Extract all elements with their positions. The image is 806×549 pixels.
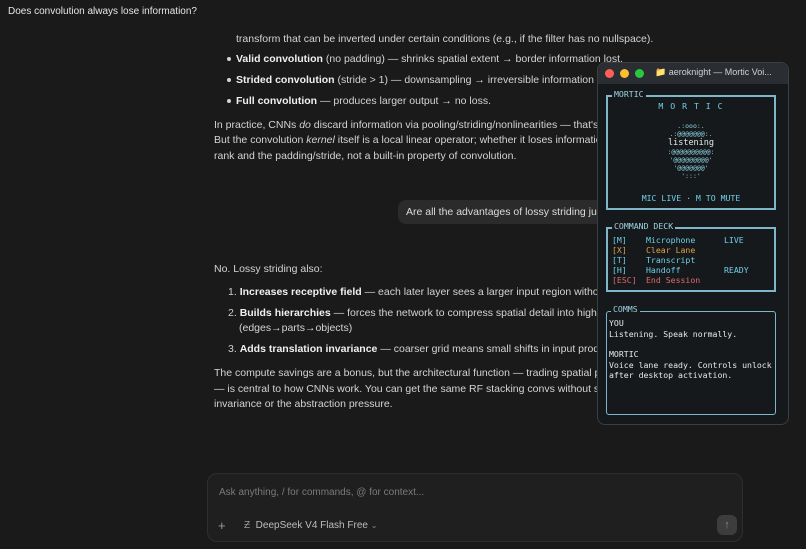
command-state: READY — [724, 265, 749, 275]
text: But the convolution — [214, 134, 307, 146]
numbered-item-continuation: (edges→parts→objects) — [239, 322, 353, 334]
command-name: Transcript — [646, 255, 696, 265]
list-item: Strided convolution (stride > 1) — downs… — [236, 72, 622, 89]
voice-orb: .:ooo:. .:@@@@@@@:. listening :@@@@@@@@@… — [608, 122, 774, 180]
plus-icon: + — [218, 518, 226, 533]
comms-message: Listening. Speak normally. — [609, 328, 738, 339]
terminal-titlebar[interactable]: 📁 aeroknight — Mortic Voi... — [598, 63, 788, 84]
model-selector[interactable]: Ƶ DeepSeek V4 Flash Free ⌄ — [244, 520, 377, 531]
command-row-transcript[interactable]: [T] Transcript — [612, 255, 695, 265]
list-item-bold: Valid convolution — [236, 53, 323, 65]
list-item-bold: Full convolution — [236, 95, 318, 107]
list-item: Valid convolution (no padding) — shrinks… — [236, 51, 623, 68]
orb-line: .:ooo:. — [677, 122, 705, 130]
terminal-title: 📁 aeroknight — Mortic Voi... — [655, 67, 772, 78]
mortic-banner: M O R T I C — [658, 101, 724, 111]
item-number: 3. — [228, 343, 237, 355]
list-item: Full convolution — produces larger outpu… — [236, 93, 491, 110]
text: discard information via pooling/striding… — [310, 119, 610, 131]
command-name: Microphone — [646, 235, 696, 245]
list-item-text: (stride > 1) — downsampling → irreversib… — [334, 74, 623, 86]
model-icon: Ƶ — [244, 520, 251, 531]
item-number: 1. — [228, 286, 237, 298]
comms-speaker: YOU — [609, 318, 624, 328]
bullet — [227, 78, 231, 82]
folder-icon: 📁 — [655, 67, 667, 77]
emphasis: do — [299, 119, 311, 131]
chat-input-placeholder[interactable]: Ask anything, / for commands, @ for cont… — [219, 487, 424, 498]
comms-panel[interactable]: COMMS YOU Listening. Speak normally. MOR… — [606, 304, 776, 415]
item-text: — forces the network to compress spatial… — [330, 307, 618, 319]
command-key: [X] — [612, 245, 627, 255]
command-name: Handoff — [646, 265, 681, 275]
command-row-microphone[interactable]: [M] Microphone LIVE — [612, 235, 744, 245]
add-attachment-button[interactable]: + — [218, 518, 226, 533]
chat-input-box[interactable] — [207, 473, 743, 542]
chevron-down-icon: ⌄ — [370, 521, 378, 530]
orb-status: listening — [667, 138, 715, 148]
command-state: LIVE — [724, 235, 744, 245]
command-deck-panel: COMMAND DECK [M] Microphone LIVE [X] Clear … — [606, 221, 776, 292]
item-text: — each later layer sees a larger input r… — [361, 286, 622, 298]
command-key: [M] — [612, 235, 627, 245]
arrow-up-icon: ↑ — [724, 519, 730, 531]
panel-label: MORTIC — [612, 89, 646, 99]
item-bold: Increases receptive field — [239, 286, 362, 298]
panel-label: COMMAND DECK — [612, 221, 676, 231]
comms-log: YOU Listening. Speak normally. MORTIC Vo… — [609, 318, 773, 381]
command-key: [H] — [612, 265, 627, 275]
orb-line: .:@@@@@@@:. — [669, 130, 713, 138]
command-key: [ESC] — [612, 275, 637, 285]
conversation-title: Does convolution always lose information… — [8, 6, 197, 17]
list-item-text: (no padding) — shrinks spatial extent → … — [322, 53, 623, 65]
item-number: 2. — [228, 307, 237, 319]
paragraph-fragment: transform that can be inverted under cer… — [236, 33, 654, 45]
paragraph: rank and the padding/stride, not a built… — [214, 150, 517, 162]
orb-line: '@@@@@@@' — [673, 164, 709, 172]
zoom-window-button[interactable] — [635, 69, 644, 78]
panel-label: COMMS — [611, 304, 640, 314]
orb-line: :@@@@@@@@@@: — [667, 148, 715, 156]
terminal-title-text: aeroknight — Mortic Voi... — [668, 67, 772, 77]
text: In practice, CNNs — [214, 119, 300, 131]
orb-line: ':::' — [681, 172, 701, 180]
closing-paragraph: invariance or the abstraction pressure. — [214, 398, 393, 410]
bullet — [227, 57, 231, 61]
mic-status: MIC LIVE · M TO MUTE — [641, 193, 741, 203]
item-bold: Builds hierarchies — [239, 307, 331, 319]
item-text: — coarser grid means small shifts in inp… — [377, 343, 625, 355]
answer-intro: No. Lossy striding also: — [214, 263, 323, 275]
mortic-panel: MORTIC M O R T I C .:ooo:. .:@@@@@@@:. l… — [606, 89, 776, 210]
command-name: Clear Lane — [646, 245, 696, 255]
bullet — [227, 99, 231, 103]
command-key: [T] — [612, 255, 627, 265]
terminal-window[interactable]: 📁 aeroknight — Mortic Voi... MORTIC M O … — [597, 62, 789, 425]
command-row-handoff[interactable]: [H] Handoff READY — [612, 265, 749, 275]
command-row-clear-lane[interactable]: [X] Clear Lane — [612, 245, 695, 255]
model-label: DeepSeek V4 Flash Free — [255, 520, 368, 531]
command-row-end-session[interactable]: [ESC] End Session — [612, 275, 700, 285]
orb-line: '@@@@@@@@@' — [669, 156, 713, 164]
closing-paragraph: The compute savings are a bonus, but the… — [214, 367, 616, 379]
numbered-item: 3. Adds translation invariance — coarser… — [228, 341, 624, 358]
command-name: End Session — [646, 275, 701, 285]
text: itself is a local linear operator; wheth… — [334, 134, 608, 146]
comms-message: Voice lane ready. Controls unlock after … — [609, 359, 772, 381]
item-bold: Adds translation invariance — [239, 343, 378, 355]
send-button[interactable]: ↑ — [717, 515, 737, 535]
close-window-button[interactable] — [605, 69, 614, 78]
list-item-bold: Strided convolution — [236, 74, 335, 86]
user-message: Are all the advantages of lossy striding… — [398, 200, 628, 224]
paragraph: But the convolution kernel itself is a l… — [214, 132, 607, 149]
list-item-text: — produces larger output → no loss. — [317, 95, 491, 107]
numbered-item: 1. Increases receptive field — each late… — [228, 284, 622, 301]
comms-speaker: MORTIC — [609, 349, 639, 359]
emphasis: kernel — [306, 134, 335, 146]
minimize-window-button[interactable] — [620, 69, 629, 78]
